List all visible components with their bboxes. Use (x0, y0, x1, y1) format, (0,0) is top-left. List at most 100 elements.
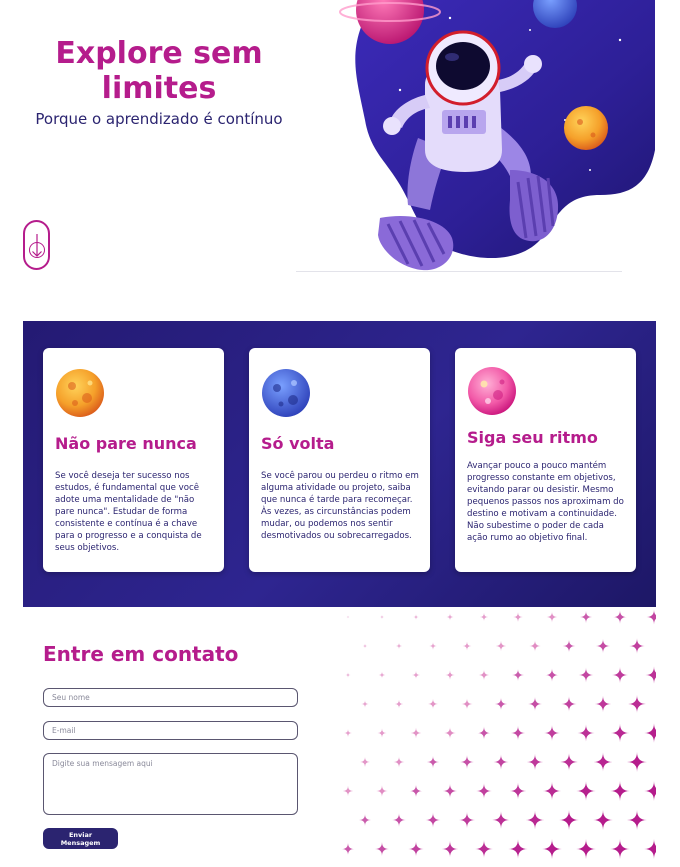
sparkle-icon (460, 755, 474, 769)
feature-text: Avançar pouco a pouco mantém progresso c… (467, 461, 624, 543)
astronaut-illustration (339, 0, 655, 271)
sparkle-icon (379, 614, 385, 620)
sparkle-icon (594, 695, 612, 713)
sparkle-icon (378, 671, 386, 679)
sparkle-icon (610, 781, 630, 801)
sparkle-icon (411, 670, 421, 680)
sparkle-icon (544, 725, 560, 741)
sparkle-icon (546, 611, 558, 623)
sparkle-icon (462, 641, 472, 651)
sparkle-icon (362, 643, 368, 649)
sparkle-icon (426, 755, 440, 769)
sparkle-icon (542, 839, 562, 859)
contact-title: Entre em contato (43, 642, 239, 666)
sparkle-icon (526, 753, 544, 771)
sparkle-icon (525, 810, 545, 830)
sparkle-icon (561, 696, 577, 712)
sparkle-icon (611, 666, 629, 684)
send-message-button[interactable]: Enviar Mensagem (43, 828, 118, 849)
sparkle-icon (545, 668, 559, 682)
sparkle-icon (413, 614, 419, 620)
sparkle-icon (461, 698, 473, 710)
sparkle-icon (395, 642, 403, 650)
sparkle-icon (529, 640, 541, 652)
sparkle-icon (442, 783, 458, 799)
sparkle-icon (392, 813, 406, 827)
sparkle-icon (578, 667, 594, 683)
sparkle-icon (475, 840, 493, 858)
sparkle-icon (646, 609, 656, 625)
sparkle-icon (477, 726, 491, 740)
sparkle-icon (613, 610, 627, 624)
sparkle-icon (376, 785, 388, 797)
feature-text: Se você parou ou perdeu o ritmo em algum… (261, 471, 419, 541)
sparkle-icon (576, 781, 596, 801)
sparkle-icon (562, 639, 576, 653)
feature-text: Se você deseja ter sucesso nos estudos, … (55, 471, 202, 553)
sparkle-icon (408, 841, 424, 857)
sparkle-icon (645, 666, 656, 684)
sparkle-icon (341, 842, 355, 856)
sparkle-icon (559, 810, 579, 830)
sparkle-icon (425, 812, 441, 828)
features-section: Não pare nunca Se você deseja ter sucess… (23, 321, 656, 607)
pink-planet-icon (468, 367, 516, 415)
sparkle-icon (576, 839, 596, 859)
sparkle-icon (346, 615, 350, 619)
scroll-down-button[interactable] (23, 220, 50, 270)
sparkle-icon (513, 612, 523, 622)
sparkle-icon (342, 785, 354, 797)
sparkle-icon (492, 811, 510, 829)
sparkle-icon (394, 699, 404, 709)
sparkle-icon (428, 699, 438, 709)
feature-card: Só volta Se você parou ou perdeu o ritmo… (249, 348, 430, 572)
blue-planet-icon (262, 369, 310, 417)
sparkle-icon (458, 811, 476, 829)
sparkle-icon (593, 810, 613, 830)
sparkle-icon (628, 695, 646, 713)
sparkle-icon (560, 753, 578, 771)
hero-title: Explore sem limites (55, 36, 263, 106)
sparkle-icon (595, 638, 611, 654)
sparkle-icon (429, 642, 437, 650)
feature-title: Não pare nunca (55, 434, 197, 453)
sparkle-icon (579, 610, 593, 624)
sparkle-icon (510, 725, 526, 741)
sparkle-icon (476, 783, 492, 799)
sparkle-icon (409, 784, 423, 798)
sparkle-icon (509, 782, 527, 800)
sparkle-icon (495, 640, 507, 652)
sparkle-icon (361, 700, 369, 708)
sparkle-icon (610, 839, 630, 859)
sparkle-icon (644, 723, 656, 743)
sparkle-icon (360, 757, 370, 767)
feature-title: Só volta (261, 434, 335, 453)
message-field[interactable] (43, 753, 298, 815)
name-field[interactable] (43, 688, 298, 707)
sparkle-icon (627, 810, 647, 830)
email-field[interactable] (43, 721, 298, 740)
sparkle-icon (377, 728, 387, 738)
feature-card: Não pare nunca Se você deseja ter sucess… (43, 348, 224, 572)
sparkle-icon (444, 727, 456, 739)
sparkle-icon (358, 813, 372, 827)
sparkle-icon (441, 840, 459, 858)
feature-card: Siga seu ritmo Avançar pouco a pouco man… (455, 348, 636, 572)
sparkle-icon (478, 669, 490, 681)
sparkle-icon (446, 613, 454, 621)
sparkle-icon (508, 839, 528, 859)
sparkle-pattern (341, 609, 656, 859)
orange-planet-icon (56, 369, 104, 417)
sparkle-icon (494, 697, 508, 711)
sparkle-icon (528, 697, 542, 711)
sparkle-icon (393, 756, 405, 768)
sparkle-icon (410, 727, 422, 739)
sparkle-icon (375, 842, 389, 856)
sparkle-icon (479, 612, 489, 622)
feature-title: Siga seu ritmo (467, 428, 598, 447)
sparkle-icon (610, 723, 630, 743)
sparkle-icon (627, 752, 647, 772)
sparkle-icon (629, 638, 645, 654)
hero-divider (296, 271, 622, 272)
hero-subtitle: Porque o aprendizado é contínuo (35, 110, 283, 128)
